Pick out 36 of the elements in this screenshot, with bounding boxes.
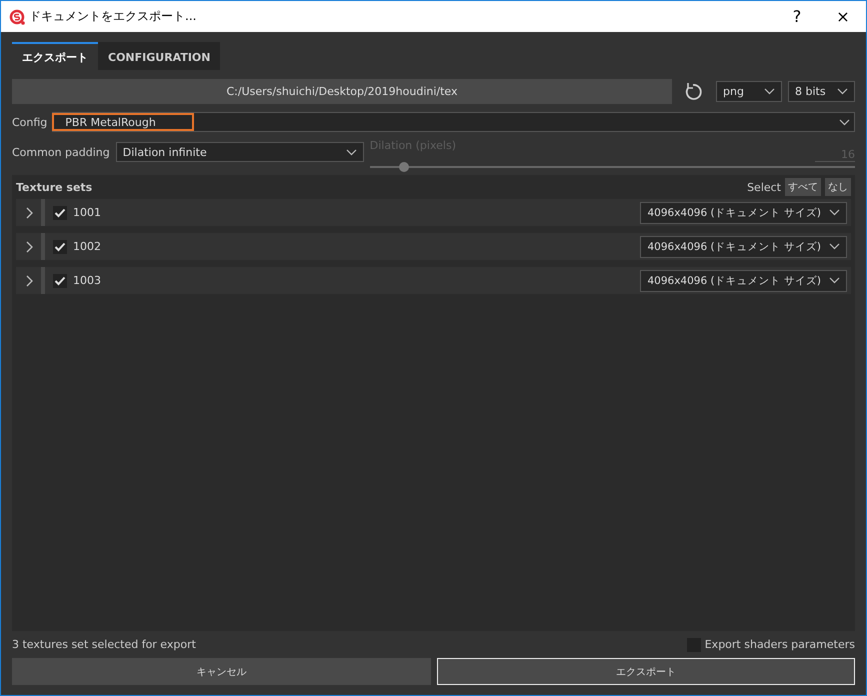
config-label: Config	[12, 116, 48, 128]
texture-set-name: 1003	[73, 274, 102, 287]
tab[interactable]: CONFIGURATION	[98, 42, 220, 70]
config-dropdown[interactable]: PBR MetalRough	[52, 112, 855, 132]
app-logo-icon	[9, 8, 25, 24]
chevron-down-icon	[829, 277, 840, 284]
help-button[interactable]: ?	[774, 7, 820, 26]
chevron-down-icon	[837, 88, 848, 95]
bit-depth-dropdown[interactable]: 8 bits	[788, 81, 855, 102]
padding-label: Common padding	[12, 146, 110, 159]
checkbox[interactable]	[53, 240, 67, 254]
checkbox[interactable]	[53, 206, 67, 220]
export-button[interactable]: エクスポート	[436, 658, 855, 685]
chevron-down-icon	[839, 118, 850, 126]
texture-set-name: 1001	[73, 206, 102, 219]
chevron-down-icon	[346, 148, 357, 156]
chevron-down-icon	[829, 243, 840, 250]
status-text: 3 textures set selected for export	[12, 638, 196, 651]
chevron-down-icon	[829, 209, 840, 216]
size-dropdown[interactable]: 4096x4096 (ドキュメント サイズ)	[640, 270, 847, 292]
select-all-button[interactable]: すべて	[785, 178, 821, 196]
format-dropdown[interactable]: png	[716, 81, 782, 102]
size-dropdown[interactable]: 4096x4096 (ドキュメント サイズ)	[640, 202, 847, 224]
close-button[interactable]: ×	[820, 7, 866, 26]
select-none-button[interactable]: なし	[825, 178, 851, 196]
checkbox[interactable]	[53, 274, 67, 288]
texture-set-name: 1002	[73, 240, 102, 253]
chevron-down-icon	[764, 88, 775, 95]
output-path-field[interactable]: C:/Users/shuichi/Desktop/2019houdini/tex	[12, 79, 672, 104]
panel-title: Texture sets	[16, 180, 94, 194]
refresh-icon[interactable]	[684, 82, 704, 102]
size-dropdown[interactable]: 4096x4096 (ドキュメント サイズ)	[640, 236, 847, 258]
export-shaders-label: Export shaders parameters	[704, 638, 855, 651]
select-label: Select	[747, 180, 781, 194]
window-title: ドキュメントをエクスポート...	[29, 8, 198, 25]
cancel-button[interactable]: キャンセル	[12, 658, 430, 685]
